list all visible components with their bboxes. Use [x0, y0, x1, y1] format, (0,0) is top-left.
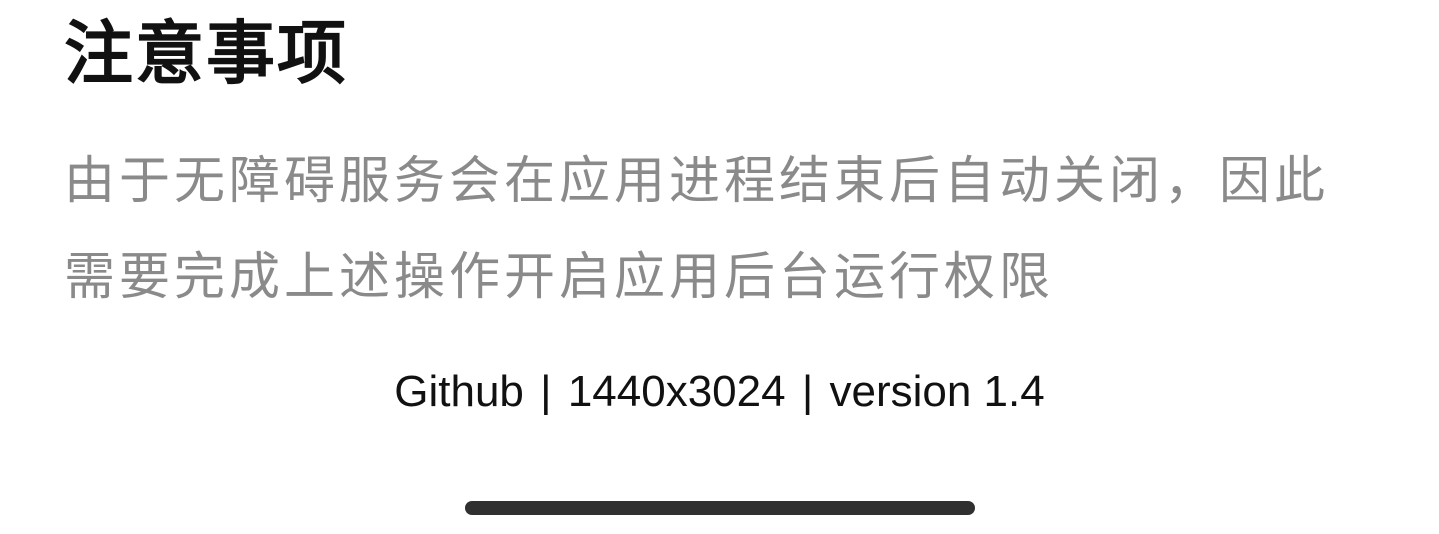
resolution-text: 1440x3024 — [567, 367, 786, 416]
version-text: version 1.4 — [829, 367, 1045, 416]
github-link[interactable]: Github — [394, 367, 524, 416]
notice-body: 由于无障碍服务会在应用进程结束后自动关闭，因此 需要完成上述操作开启应用后台运行… — [64, 134, 1404, 326]
notice-body-line-1: 由于无障碍服务会在应用进程结束后自动关闭，因此 — [64, 152, 1330, 211]
notice-body-line-2: 需要完成上述操作开启应用后台运行权限 — [64, 248, 1055, 307]
footer-separator-2: | — [801, 367, 814, 416]
notice-title: 注意事项 — [64, 14, 348, 94]
home-indicator[interactable] — [465, 501, 975, 515]
footer-separator-1: | — [540, 367, 552, 416]
footer-info: Github | 1440x3024 | version 1.4 — [0, 362, 1439, 422]
